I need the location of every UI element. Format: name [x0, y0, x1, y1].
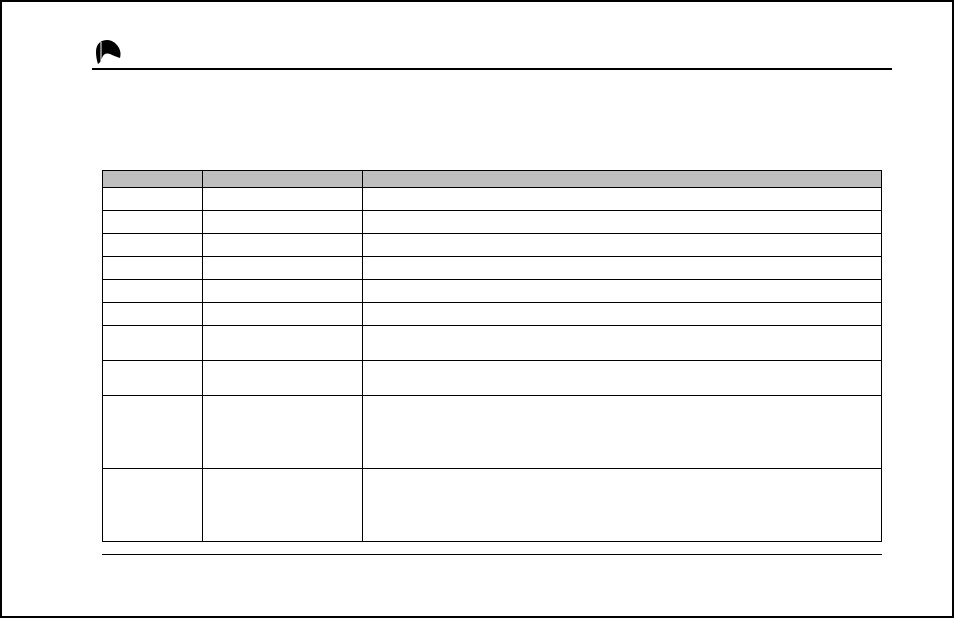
table-cell [203, 188, 363, 211]
table-cell [103, 326, 203, 361]
table-cell [203, 303, 363, 326]
table-cell [203, 326, 363, 361]
table-header-cell [203, 171, 363, 188]
table-header-cell [363, 171, 882, 188]
table-cell [103, 361, 203, 396]
table-cell [363, 257, 882, 280]
table-cell [103, 188, 203, 211]
table-row [103, 361, 882, 396]
page [0, 0, 954, 618]
table-row [103, 396, 882, 469]
table-row [103, 211, 882, 234]
table-cell [363, 361, 882, 396]
table-cell [203, 361, 363, 396]
table-cell [103, 396, 203, 469]
content-area [92, 32, 892, 555]
table-body [103, 188, 882, 542]
table-cell [203, 280, 363, 303]
table-container [102, 170, 882, 542]
table-cell [363, 234, 882, 257]
table-cell [363, 326, 882, 361]
table-cell [203, 469, 363, 542]
table-cell [363, 469, 882, 542]
table-row [103, 257, 882, 280]
table-cell [203, 211, 363, 234]
table-cell [363, 303, 882, 326]
table-cell [203, 257, 363, 280]
table-cell [363, 188, 882, 211]
table-row [103, 326, 882, 361]
table-cell [103, 280, 203, 303]
table-header-cell [103, 171, 203, 188]
table-row [103, 280, 882, 303]
header-rule [92, 68, 892, 70]
table-cell [103, 257, 203, 280]
table-cell [363, 280, 882, 303]
table-cell [363, 396, 882, 469]
table-row [103, 234, 882, 257]
table-row [103, 469, 882, 542]
table-cell [363, 211, 882, 234]
header-row [92, 32, 892, 68]
table-cell [103, 303, 203, 326]
table-row [103, 188, 882, 211]
data-table [102, 170, 882, 542]
table-cell [103, 211, 203, 234]
table-cell [203, 234, 363, 257]
footer-rule [102, 554, 882, 555]
logo-icon [92, 36, 124, 68]
table-cell [103, 234, 203, 257]
table-header-row [103, 171, 882, 188]
table-cell [103, 469, 203, 542]
table-cell [203, 396, 363, 469]
table-row [103, 303, 882, 326]
